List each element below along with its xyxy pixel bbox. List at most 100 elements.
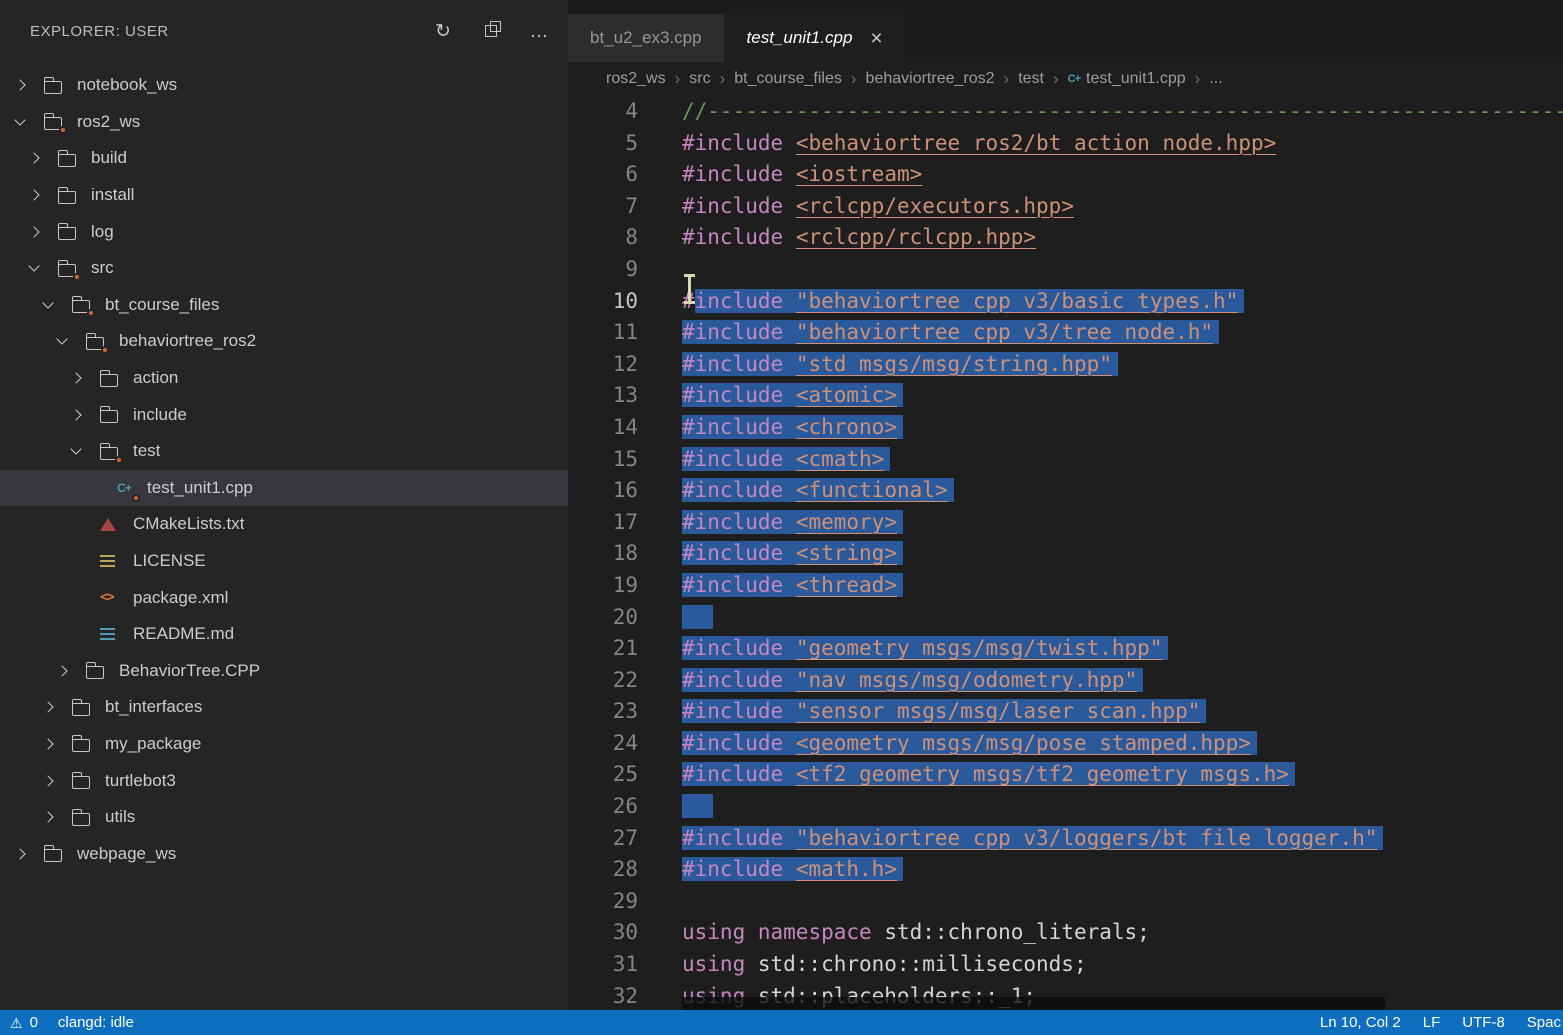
- eol-status[interactable]: LF: [1423, 1014, 1441, 1031]
- tree-item-CMakeLists.txt[interactable]: CMakeLists.txt: [0, 506, 568, 543]
- token: <atomic>: [796, 383, 897, 407]
- chevron-right-icon[interactable]: [14, 80, 25, 91]
- tree-icon-slot: [88, 406, 133, 423]
- line-content: #include <rclcpp/rclcpp.hpp>: [682, 222, 1036, 254]
- tree-icon-slot: [46, 260, 91, 277]
- breadcrumb-item-test_unit1.cpp[interactable]: test_unit1.cpp: [1068, 70, 1186, 88]
- tree-icon-slot: [102, 479, 147, 497]
- chevron-down-icon[interactable]: [14, 114, 25, 125]
- modified-dot: [87, 309, 95, 317]
- encoding-status[interactable]: UTF-8: [1462, 1014, 1505, 1031]
- selection-highlight: #include "geometry_msgs/msg/twist.hpp": [682, 636, 1162, 660]
- breadcrumb-item-...[interactable]: ...: [1209, 70, 1222, 88]
- tree-item-action[interactable]: action: [0, 360, 568, 397]
- tree-item-bt_course_files[interactable]: bt_course_files: [0, 287, 568, 324]
- collapse-all-icon[interactable]: [480, 20, 502, 42]
- code-editor[interactable]: 4//-------------------------------------…: [568, 96, 1563, 1010]
- tree-item-turtlebot3[interactable]: turtlebot3: [0, 762, 568, 799]
- breadcrumb-item-src[interactable]: src: [689, 70, 710, 88]
- breadcrumb-item-bt_course_files[interactable]: bt_course_files: [734, 70, 842, 88]
- selection-highlight: [682, 794, 707, 818]
- folder-icon: [72, 739, 90, 752]
- tree-item-ros2_ws[interactable]: ros2_ws: [0, 104, 568, 141]
- chevron-right-icon[interactable]: [56, 665, 67, 676]
- horizontal-scrollbar[interactable]: [682, 997, 1385, 1010]
- chevron-right-icon[interactable]: [14, 848, 25, 859]
- tree-item-BehaviorTree.CPP[interactable]: BehaviorTree.CPP: [0, 653, 568, 690]
- breadcrumb-item-behaviortree_ros2[interactable]: behaviortree_ros2: [866, 70, 995, 88]
- chevron-down-icon[interactable]: [42, 297, 53, 308]
- line-number: 27: [568, 823, 638, 855]
- code-line-29: 29: [568, 886, 1563, 918]
- chevron-right-icon[interactable]: [70, 372, 81, 383]
- breadcrumb-separator-icon: ›: [1053, 69, 1059, 89]
- folder-icon: [72, 776, 90, 789]
- line-number: 21: [568, 633, 638, 665]
- chevron-right-icon[interactable]: [42, 738, 53, 749]
- tree-item-install[interactable]: install: [0, 177, 568, 214]
- code-line-22: 22#include "nav_msgs/msg/odometry.hpp": [568, 665, 1563, 697]
- indent-status[interactable]: Spac: [1527, 1014, 1561, 1031]
- line-number: 16: [568, 475, 638, 507]
- code-line-18: 18#include <string>: [568, 538, 1563, 570]
- chevron-down-icon[interactable]: [56, 334, 67, 345]
- tree-item-src[interactable]: src: [0, 250, 568, 287]
- chevron-right-icon[interactable]: [42, 775, 53, 786]
- line-number: 19: [568, 570, 638, 602]
- tree-icon-slot: [60, 699, 105, 716]
- chevron-right-icon[interactable]: [28, 226, 39, 237]
- tab-bt_u2_ex3.cpp[interactable]: bt_u2_ex3.cpp: [568, 14, 725, 62]
- token: #include: [682, 541, 783, 565]
- chevron-right-icon[interactable]: [42, 812, 53, 823]
- chevron-right-icon[interactable]: [28, 189, 39, 200]
- token: <memory>: [796, 510, 897, 534]
- code-line-11: 11#include "behaviortree_cpp_v3/tree_nod…: [568, 317, 1563, 349]
- refresh-icon[interactable]: ↻: [432, 20, 454, 42]
- close-tab-icon[interactable]: ×: [870, 28, 882, 49]
- tree-item-LICENSE[interactable]: LICENSE: [0, 543, 568, 580]
- tree-item-build[interactable]: build: [0, 140, 568, 177]
- selection-highlight: #include "sensor_msgs/msg/laser_scan.hpp…: [682, 699, 1200, 723]
- tree-item-test_unit1.cpp[interactable]: test_unit1.cpp: [0, 470, 568, 507]
- selection-highlight: #include <math.h>: [682, 857, 897, 881]
- line-number: 32: [568, 981, 638, 1010]
- token: [783, 194, 796, 218]
- chevron-right-icon[interactable]: [28, 153, 39, 164]
- tree-item-README.md[interactable]: README.md: [0, 616, 568, 653]
- more-actions-icon[interactable]: …: [528, 20, 550, 42]
- tree-item-label: test_unit1.cpp: [147, 478, 253, 498]
- code-line-8: 8 #include <rclcpp/rclcpp.hpp>: [568, 222, 1563, 254]
- chevron-down-icon[interactable]: [28, 261, 39, 272]
- tree-item-my_package[interactable]: my_package: [0, 726, 568, 763]
- line-content: #include "sensor_msgs/msg/laser_scan.hpp…: [682, 696, 1200, 728]
- tree-item-log[interactable]: log: [0, 213, 568, 250]
- token: namespace: [758, 920, 872, 944]
- token: #include: [682, 478, 783, 502]
- tree-item-behaviortree_ros2[interactable]: behaviortree_ros2: [0, 323, 568, 360]
- line-number: 8: [568, 222, 638, 254]
- token: using: [682, 920, 745, 944]
- tree-item-notebook_ws[interactable]: notebook_ws: [0, 67, 568, 104]
- token: "sensor_msgs/msg/laser_scan.hpp": [796, 699, 1201, 723]
- tree-item-utils[interactable]: utils: [0, 799, 568, 836]
- tree-item-package.xml[interactable]: package.xml: [0, 579, 568, 616]
- tree-item-label: include: [133, 405, 187, 425]
- line-content: #include "std_msgs/msg/string.hpp": [682, 349, 1112, 381]
- tab-test_unit1.cpp[interactable]: test_unit1.cpp×: [725, 14, 906, 62]
- chevron-slot: [50, 339, 74, 343]
- line-content: #include <thread>: [682, 570, 897, 602]
- token: [783, 636, 796, 660]
- tree-item-include[interactable]: include: [0, 396, 568, 433]
- chevron-right-icon[interactable]: [42, 702, 53, 713]
- breadcrumb-item-test[interactable]: test: [1018, 70, 1044, 88]
- tree-item-webpage_ws[interactable]: webpage_ws: [0, 835, 568, 872]
- chevron-down-icon[interactable]: [70, 444, 81, 455]
- clangd-status[interactable]: clangd: idle: [58, 1014, 134, 1031]
- breadcrumb-item-ros2_ws[interactable]: ros2_ws: [606, 70, 666, 88]
- chevron-right-icon[interactable]: [70, 409, 81, 420]
- tree-item-test[interactable]: test: [0, 433, 568, 470]
- tree-item-bt_interfaces[interactable]: bt_interfaces: [0, 689, 568, 726]
- cursor-position-status[interactable]: Ln 10, Col 2: [1320, 1014, 1401, 1031]
- problems-status[interactable]: ⚠ 0: [10, 1014, 38, 1031]
- token: "geometry_msgs/msg/twist.hpp": [796, 636, 1163, 660]
